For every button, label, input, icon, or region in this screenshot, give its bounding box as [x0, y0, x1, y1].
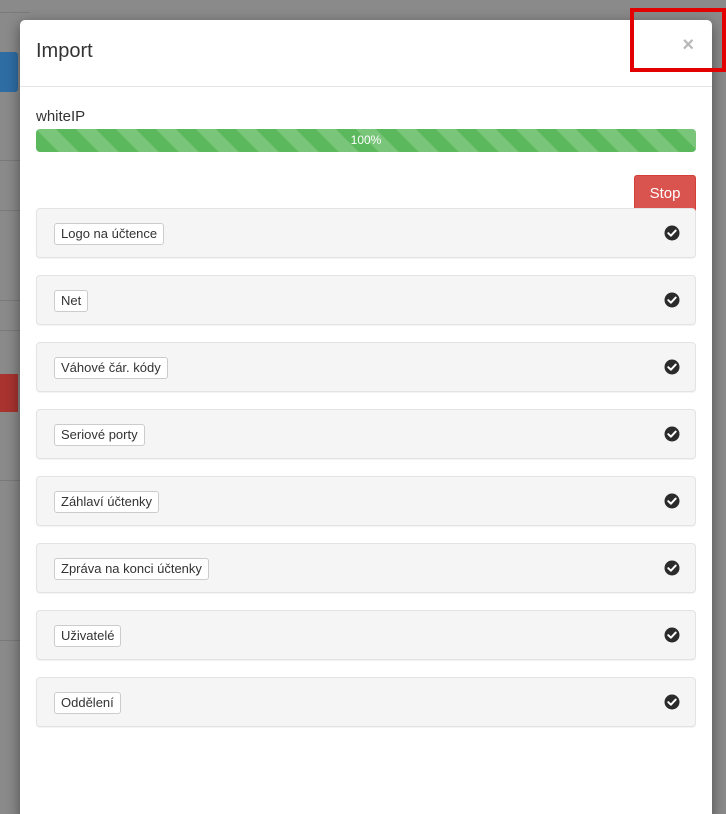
check-circle-icon [664, 493, 680, 509]
import-item-list: Logo na účtence Net Váhové čár. kódy Seriov… [36, 208, 696, 727]
import-item-label: Zpráva na konci účtenky [54, 558, 209, 580]
import-item-panel: Váhové čár. kódy [36, 342, 696, 392]
check-circle-icon [664, 292, 680, 308]
background-strip [712, 0, 726, 814]
check-circle-icon [664, 694, 680, 710]
import-item-label: Logo na účtence [54, 223, 165, 245]
progress-label: whiteIP [36, 108, 86, 125]
progress-bar: 100% [36, 129, 696, 152]
import-item-label: Oddělení [54, 692, 121, 714]
background-button [0, 52, 18, 92]
modal-body: whiteIP 100% Stop Logo na účtence Net Váho… [20, 108, 712, 727]
stop-row: Stop [36, 152, 696, 213]
check-circle-icon [664, 560, 680, 576]
import-item-label: Váhové čár. kódy [54, 357, 168, 379]
import-item-panel: Zpráva na konci účtenky [36, 543, 696, 593]
check-circle-icon [664, 225, 680, 241]
close-button[interactable]: × [682, 34, 694, 57]
import-item-panel: Net [36, 275, 696, 325]
import-item-label: Seriové porty [54, 424, 145, 446]
import-item-panel: Uživatelé [36, 610, 696, 660]
import-item-panel: Záhlaví účtenky [36, 476, 696, 526]
import-item-label: Uživatelé [54, 625, 122, 647]
progress-track: 100% [36, 129, 696, 152]
import-item-label: Net [54, 290, 89, 312]
check-circle-icon [664, 359, 680, 375]
import-item-panel: Logo na účtence [36, 208, 696, 258]
import-item-label: Záhlaví účtenky [54, 491, 160, 513]
divider [0, 12, 30, 13]
import-modal: Import × whiteIP 100% Stop Logo na účten… [20, 20, 712, 814]
check-circle-icon [664, 627, 680, 643]
background-button [0, 374, 18, 412]
modal-title: Import [36, 40, 93, 62]
modal-header: Import × [20, 20, 712, 87]
check-circle-icon [664, 426, 680, 442]
import-item-panel: Seriové porty [36, 409, 696, 459]
import-item-panel: Oddělení [36, 677, 696, 727]
